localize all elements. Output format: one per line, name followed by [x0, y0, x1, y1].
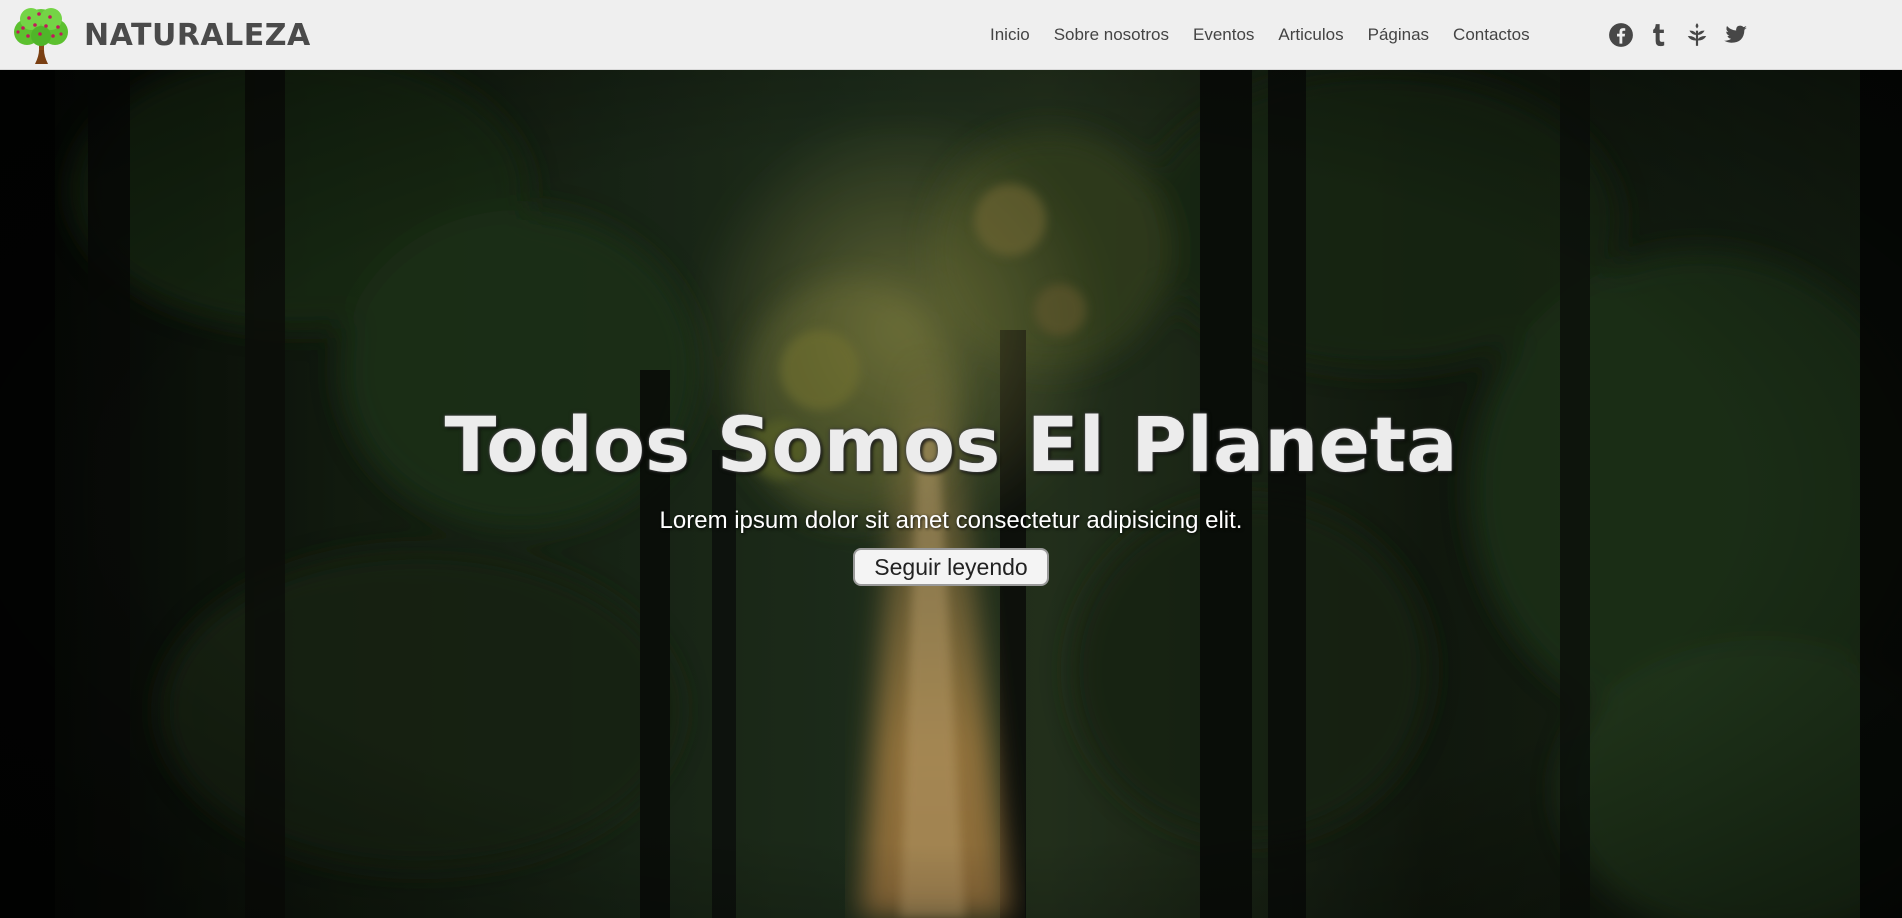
hero-title: Todos Somos El Planeta [444, 400, 1458, 489]
hero-section: Todos Somos El Planeta Lorem ipsum dolor… [0, 70, 1902, 918]
nav-link-articulos[interactable]: Articulos [1278, 25, 1343, 45]
brand[interactable]: NATURALEZA [9, 6, 311, 64]
tumblr-icon[interactable] [1646, 22, 1672, 48]
nav-link-paginas[interactable]: Páginas [1368, 25, 1429, 45]
facebook-icon[interactable] [1608, 22, 1634, 48]
tree-icon [14, 8, 68, 64]
brand-name: NATURALEZA [84, 17, 311, 53]
nav-link-eventos[interactable]: Eventos [1193, 25, 1254, 45]
nav-link-inicio[interactable]: Inicio [990, 25, 1030, 45]
read-more-button[interactable]: Seguir leyendo [853, 548, 1049, 586]
nav-link-sobre-nosotros[interactable]: Sobre nosotros [1054, 25, 1169, 45]
top-navbar: NATURALEZA Inicio Sobre nosotros Eventos… [0, 0, 1902, 70]
twitter-icon[interactable] [1722, 22, 1748, 48]
social-links [1608, 19, 1748, 51]
hero-subtitle: Lorem ipsum dolor sit amet consectetur a… [659, 507, 1243, 534]
hero-content: Todos Somos El Planeta Lorem ipsum dolor… [0, 400, 1902, 586]
main-menu: Inicio Sobre nosotros Eventos Articulos … [990, 0, 1530, 70]
leaf-icon[interactable] [1684, 22, 1710, 48]
nav-link-contactos[interactable]: Contactos [1453, 25, 1530, 45]
